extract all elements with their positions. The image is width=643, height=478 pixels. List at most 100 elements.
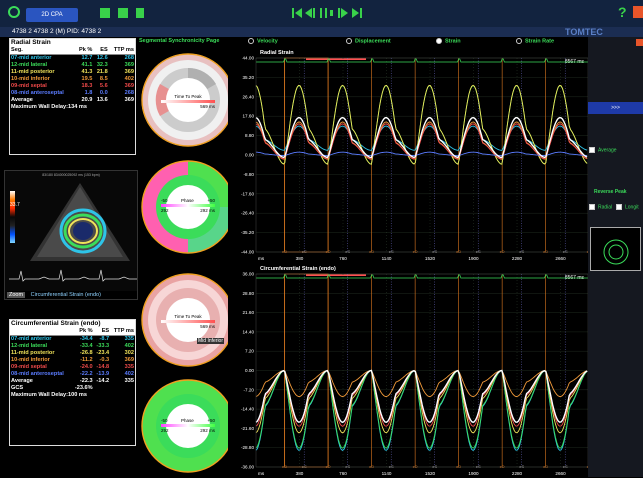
radio-velocity[interactable]: Velocity xyxy=(248,38,278,44)
average-pk: -22.3 xyxy=(79,378,93,384)
app-logo-icon[interactable] xyxy=(8,6,20,18)
flag-icon[interactable] xyxy=(118,8,128,18)
panel-close-icon[interactable] xyxy=(636,39,643,46)
chart-background xyxy=(228,262,590,477)
chart-title: Radial Strain xyxy=(260,50,294,56)
peak-value: -33.4 xyxy=(79,343,93,349)
segment-name: 10-mid inferior xyxy=(11,357,50,363)
ttp-value: 402 xyxy=(124,371,134,377)
skip-end-icon[interactable] xyxy=(352,8,362,18)
radio-label: Strain Rate xyxy=(525,38,555,45)
play-pause-icon[interactable] xyxy=(320,8,333,18)
checkbox-icon xyxy=(589,204,595,210)
longit-checkbox[interactable]: Longit xyxy=(616,204,639,210)
circ-table-body: 07-mid anterior -34.4 -8.7 335 12-mid latera… xyxy=(10,336,135,379)
table-row: 09-mid septal -24.0 -14.8 335 xyxy=(10,364,135,371)
radial-strain-table: Radial Strain Seg. Pk % ES TTP ms 07-mid… xyxy=(9,38,136,155)
radial-strain-chart[interactable]: Radial Strain8567 ms44.0035.2026.4017.60… xyxy=(228,46,590,262)
y-tick-label: -44.00 xyxy=(241,250,254,255)
close-icon[interactable] xyxy=(633,6,643,18)
x-unit-label: ms xyxy=(258,256,265,261)
ttp-value: 369 xyxy=(124,357,134,363)
ttp-max: 569 ms xyxy=(200,324,215,329)
radial-table-grid: Seg. Pk % ES TTP ms 07-mid anterior 12.7 1… xyxy=(10,47,135,104)
radio-displacement[interactable]: Displacement xyxy=(346,38,391,44)
ttp-value: 335 xyxy=(124,336,134,342)
average-checkbox[interactable]: Average xyxy=(589,147,617,153)
top-toolbar: 2D CPA ? xyxy=(0,0,643,27)
ed-label: eD xyxy=(543,464,548,469)
average-pk: 20.9 xyxy=(81,97,93,103)
table-average-row: Average -22.3 -14.2 335 xyxy=(10,378,135,385)
echo-caption: Zoom Circumferential Strain (endo) xyxy=(7,291,137,299)
ttp-legend: Time To Peak 569 ms xyxy=(161,94,215,114)
skip-start-icon[interactable] xyxy=(292,8,302,18)
phase-left: -50 xyxy=(161,418,168,423)
ttp-value: 369 xyxy=(124,69,134,75)
segment-name: 12-mid lateral xyxy=(11,343,48,349)
x-tick-label: 380 xyxy=(296,471,304,476)
peak-value: 12.7 xyxy=(81,55,93,61)
y-tick-label: 14.40 xyxy=(243,329,255,334)
zoom-button[interactable]: Zoom xyxy=(7,292,26,298)
column-header: Pk % xyxy=(71,328,94,336)
ttp-value: 268 xyxy=(124,55,134,61)
radial-table-title: Radial Strain xyxy=(10,39,135,47)
phase-label: Phase xyxy=(181,198,194,203)
x-tick-label: 2280 xyxy=(512,471,523,476)
thumbnail-viewer[interactable] xyxy=(590,227,641,271)
help-icon[interactable]: ? xyxy=(618,4,627,20)
radio-strain-rate[interactable]: Strain Rate xyxy=(516,38,554,44)
y-tick-label: -21.60 xyxy=(241,426,254,431)
mode-tab-2d-cpa[interactable]: 2D CPA xyxy=(26,8,78,22)
radial-checkbox[interactable]: Radial xyxy=(589,204,612,210)
average-ttp: 369 xyxy=(124,97,134,103)
peak-value: -26.8 xyxy=(79,350,93,356)
ed-label: eD xyxy=(369,249,374,254)
average-es: -14.2 xyxy=(96,378,110,384)
echo-sector xyxy=(30,183,130,261)
echo-viewer[interactable]: 83/180 834000025092 ms (153 bpm) 33.7 Zo… xyxy=(4,170,138,300)
es-value: -8.7 xyxy=(99,336,110,342)
ttp-label: Time To Peak xyxy=(174,94,202,99)
curve-type-options: Velocity Displacement Strain Strain Rate xyxy=(248,38,590,46)
peak-value: -34.4 xyxy=(79,336,93,342)
radio-icon xyxy=(248,38,254,44)
segment-name: 08-mid anteroseptal xyxy=(11,90,64,96)
table-row: 09-mid septal 18.3 5.6 369 xyxy=(10,83,135,90)
radio-icon xyxy=(516,38,522,44)
x-tick-label: 2280 xyxy=(512,256,523,261)
circ-strain-chart[interactable]: Circumferential Strain (endo)8567 ms36.0… xyxy=(228,262,590,477)
color-scale-bar xyxy=(10,191,15,243)
ttp-max: 569 ms xyxy=(200,104,215,109)
x-tick-label: 1520 xyxy=(425,471,436,476)
circ-table-title: Circumferential Strain (endo) xyxy=(10,320,135,328)
segment-name: 11-mid posterior xyxy=(11,350,55,356)
peak-value: -22.2 xyxy=(79,371,93,377)
es-label: eS xyxy=(389,464,394,469)
table-row: 08-mid anteroseptal -22.2 -13.9 402 xyxy=(10,371,135,378)
radio-label: Displacement xyxy=(355,38,391,45)
step-back-icon[interactable] xyxy=(305,8,315,18)
y-tick-label: -28.80 xyxy=(241,445,254,450)
ttp-value: 335 xyxy=(124,364,134,370)
es-value: 12.6 xyxy=(96,55,108,61)
ed-label: eD xyxy=(500,464,505,469)
expand-button[interactable]: >>> xyxy=(588,102,643,114)
y-tick-label: 44.00 xyxy=(243,56,255,61)
brand-text: TOMTEC xyxy=(565,27,603,37)
table-row: 07-mid anterior -34.4 -8.7 335 xyxy=(10,336,135,344)
y-tick-label: 28.80 xyxy=(243,291,255,296)
ttp-color-bar xyxy=(161,320,215,323)
radio-strain[interactable]: Strain xyxy=(436,38,461,44)
flag-icon[interactable] xyxy=(136,8,144,18)
checkbox-icon xyxy=(616,204,622,210)
circ-strain-table: Circumferential Strain (endo) Pk % ES TT… xyxy=(9,319,136,446)
y-tick-label: 21.60 xyxy=(243,310,255,315)
gcs-value: -23.6% xyxy=(74,385,93,391)
flag-icon[interactable] xyxy=(100,8,110,18)
step-forward-icon[interactable] xyxy=(338,8,348,18)
table-average-row: Average 20.9 13.6 369 xyxy=(10,97,135,104)
chart-title: Circumferential Strain (endo) xyxy=(260,266,336,272)
table-row: 10-mid inferior -11.2 -0.3 369 xyxy=(10,357,135,364)
